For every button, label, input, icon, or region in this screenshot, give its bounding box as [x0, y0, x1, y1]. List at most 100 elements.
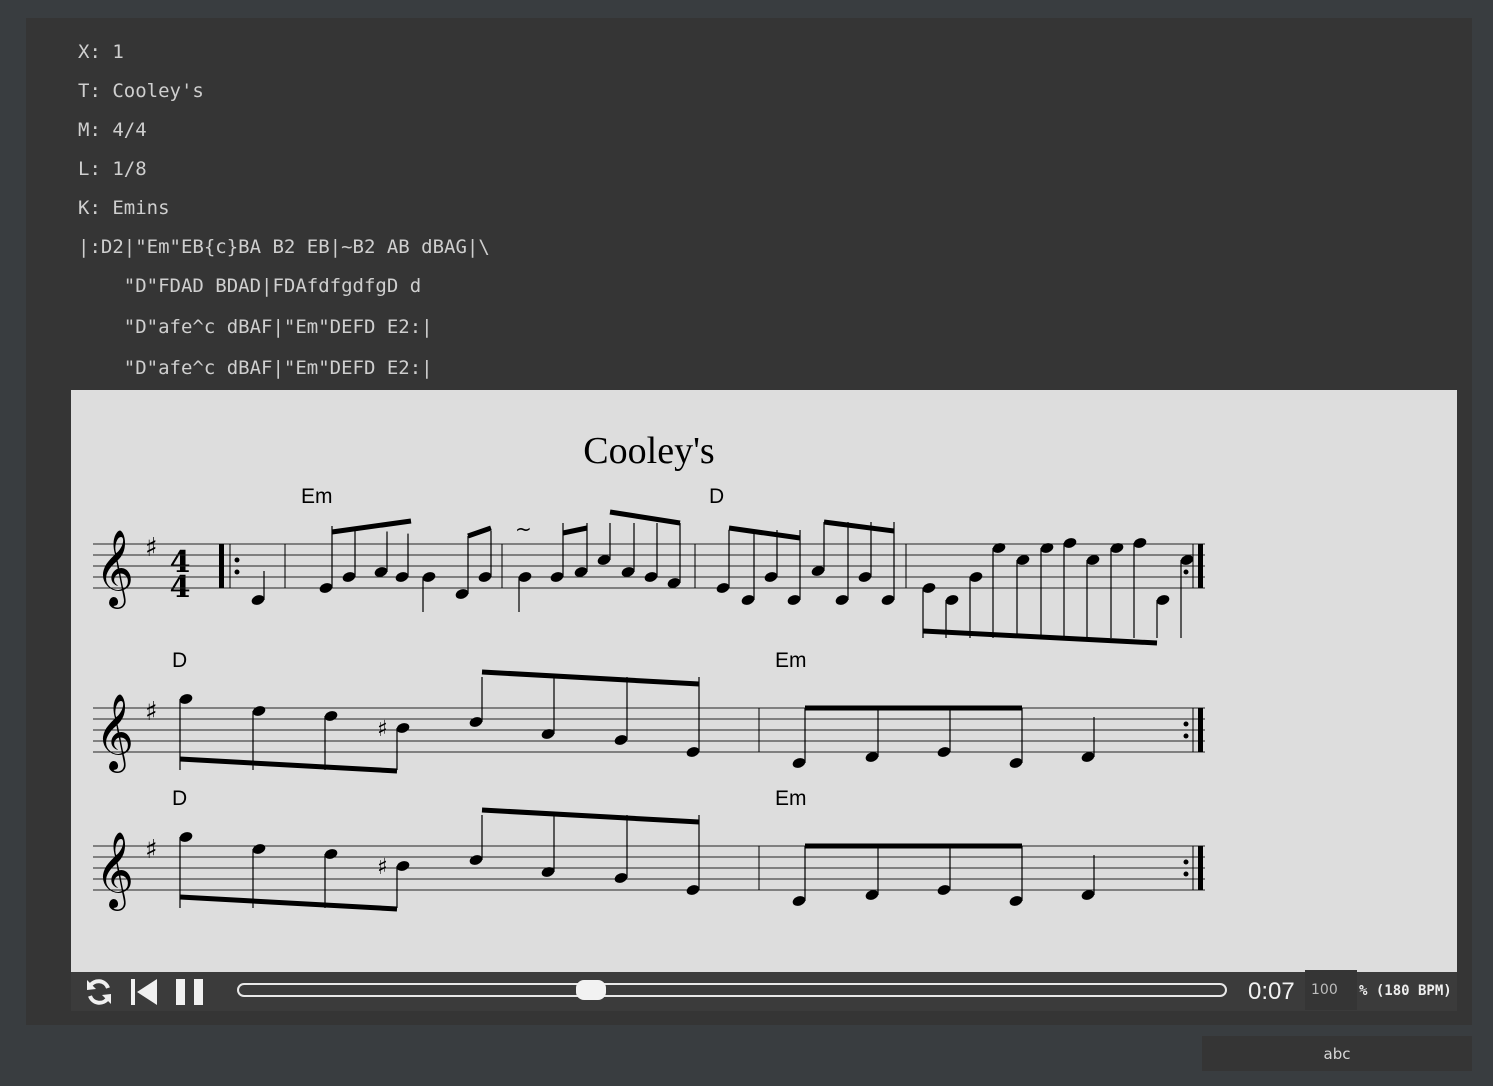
- note-head: [858, 572, 872, 582]
- chord-symbol: D: [172, 787, 187, 810]
- note-head: [319, 583, 333, 593]
- note-head: [835, 595, 849, 605]
- restart-icon[interactable]: [129, 977, 159, 1007]
- abc-line: "D"FDAD BDAD|FDAfdfgdfgD d: [78, 275, 422, 297]
- editor-panel: X: 1 T: Cooley's M: 4/4 L: 1/8 K: Emins …: [26, 18, 1472, 1025]
- note-head: [179, 832, 193, 842]
- note-head: [644, 572, 658, 582]
- note-head: [550, 572, 564, 582]
- note-head: [881, 595, 895, 605]
- note-head: [251, 595, 265, 605]
- note-head: [179, 694, 193, 704]
- note-head: [741, 595, 755, 605]
- note-head: [922, 583, 936, 593]
- beam: [481, 807, 700, 825]
- note-head: [945, 595, 959, 605]
- note-head: [937, 747, 951, 757]
- sharp-icon: ♯: [145, 697, 158, 727]
- abc-line: T: Cooley's: [78, 80, 204, 102]
- note-head: [1040, 543, 1054, 553]
- beam: [331, 518, 412, 535]
- progress-thumb[interactable]: [576, 980, 606, 1000]
- note-head: [395, 572, 409, 582]
- treble-clef-icon: 𝄞: [95, 693, 134, 773]
- chord-symbol: Em: [775, 649, 807, 672]
- note-head: [541, 867, 555, 877]
- note-head: [518, 572, 532, 582]
- note-head: [1156, 595, 1170, 605]
- abc-line: X: 1: [78, 41, 124, 63]
- note-head: [469, 717, 483, 727]
- beam: [179, 756, 398, 774]
- repeat-dot: [1183, 721, 1189, 727]
- abc-line: |:D2|"Em"EB{c}BA B2 EB|~B2 AB dBAG|\: [78, 236, 490, 258]
- elapsed-time: 0:07: [1248, 978, 1295, 1005]
- beam: [179, 894, 398, 912]
- beam: [922, 628, 1158, 646]
- pause-icon[interactable]: [174, 977, 206, 1007]
- note-head: [614, 873, 628, 883]
- chord-symbol: D: [709, 485, 724, 508]
- note-head: [252, 706, 266, 716]
- repeat-dot: [1183, 733, 1189, 739]
- tempo-label: % (180 BPM): [1359, 983, 1452, 999]
- treble-clef-icon: 𝄞: [95, 529, 134, 609]
- note-head: [1063, 538, 1077, 548]
- chord-symbol: Em: [301, 485, 333, 508]
- abc-source-editor[interactable]: X: 1 T: Cooley's M: 4/4 L: 1/8 K: Emins …: [78, 38, 490, 379]
- start-barline: [219, 544, 224, 588]
- note-head: [992, 543, 1006, 553]
- note-head: [764, 572, 778, 582]
- note-head: [478, 572, 492, 582]
- abc-tab[interactable]: abc: [1202, 1036, 1472, 1071]
- repeat-dot: [1183, 859, 1189, 865]
- note-head: [787, 595, 801, 605]
- abc-line: K: Emins: [78, 197, 170, 219]
- note-head: [324, 849, 338, 859]
- repeat-dot: [234, 569, 240, 575]
- note-head: [396, 861, 410, 871]
- final-barline: [1198, 544, 1203, 588]
- sharp-icon: ♯: [377, 855, 388, 880]
- sharp-icon: ♯: [145, 835, 158, 865]
- sheet-music: Cooley's Em D D Em D Em 4 4 𝄞 ♯ 𝄞 ♯ 𝄞 ♯ ~ ♯ ♯: [71, 390, 1457, 972]
- note-head: [614, 735, 628, 745]
- note-head: [792, 896, 806, 906]
- repeat-dot: [1183, 569, 1189, 575]
- beam: [467, 525, 492, 539]
- abc-line: L: 1/8: [78, 158, 147, 180]
- repeat-dot: [1183, 871, 1189, 877]
- chord-symbol: D: [172, 649, 187, 672]
- treble-clef-icon: 𝄞: [95, 831, 134, 911]
- tempo-input[interactable]: [1305, 970, 1357, 1010]
- note-head: [969, 572, 983, 582]
- chord-symbol: Em: [775, 787, 807, 810]
- note-head: [422, 572, 436, 582]
- note-head: [792, 758, 806, 768]
- beam: [728, 525, 801, 541]
- sharp-icon: ♯: [145, 533, 158, 563]
- note-head: [324, 711, 338, 721]
- note-head: [541, 729, 555, 739]
- note-head: [1009, 758, 1023, 768]
- note-head: [1110, 543, 1124, 553]
- ornament-roll-icon: ~: [515, 517, 532, 541]
- note-head: [455, 589, 469, 599]
- note-head: [1009, 896, 1023, 906]
- progress-slider[interactable]: [237, 980, 1227, 1000]
- beam: [481, 669, 700, 687]
- sheet-title: Cooley's: [583, 430, 714, 472]
- loop-icon[interactable]: [83, 977, 115, 1007]
- note-head: [252, 844, 266, 854]
- abc-line: "D"afe^c dBAF|"Em"DEFD E2:|: [78, 357, 433, 379]
- sharp-icon: ♯: [377, 717, 388, 742]
- note-head: [1133, 538, 1147, 548]
- final-barline: [1198, 708, 1203, 752]
- note-head: [716, 583, 730, 593]
- beam: [823, 519, 895, 534]
- abc-tab-label: abc: [1323, 1044, 1351, 1063]
- beam: [562, 525, 588, 536]
- note-head: [342, 572, 356, 582]
- note-head: [396, 723, 410, 733]
- abc-line: "D"afe^c dBAF|"Em"DEFD E2:|: [78, 316, 433, 338]
